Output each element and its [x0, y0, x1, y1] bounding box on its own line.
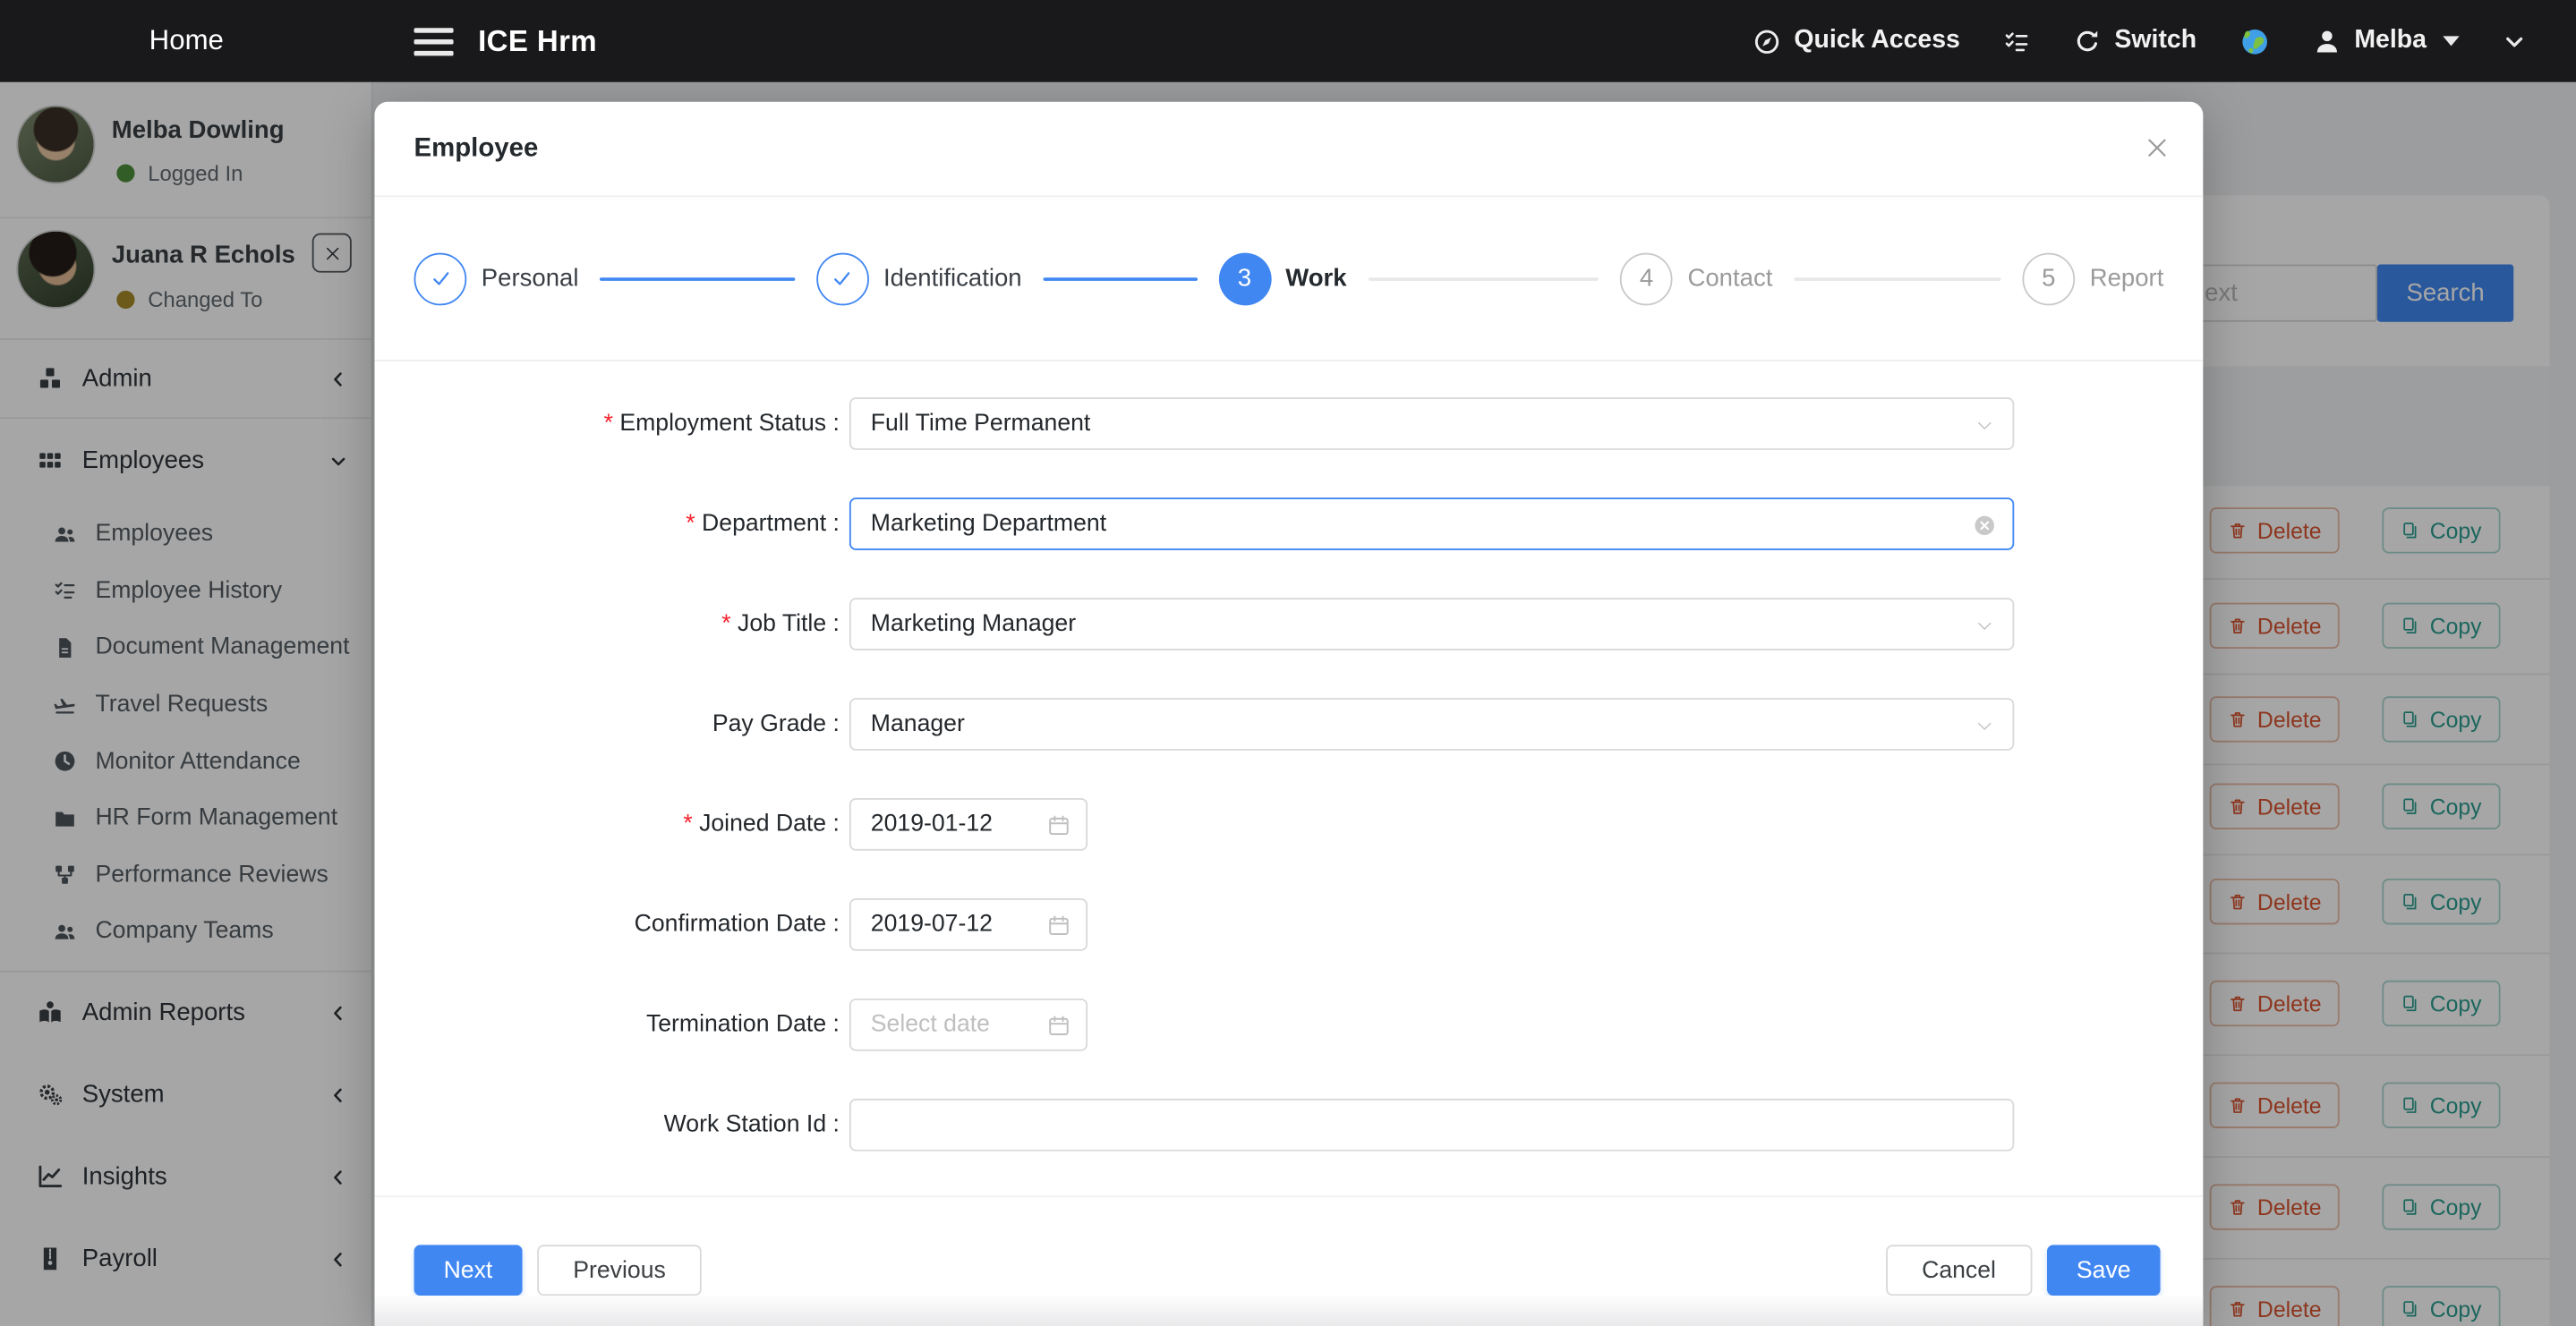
work-form: Employment Status Full Time Permanent Depa… [374, 373, 2203, 1175]
step-work[interactable]: 3 Work [1218, 252, 1620, 305]
modal-title: Employee [414, 134, 539, 164]
step-title: Work [1285, 265, 1346, 293]
chevron-down-icon [1973, 413, 1996, 437]
step-title: Contact [1687, 265, 1772, 293]
user-name-label: Melba [2354, 26, 2427, 55]
modal-footer: Next Previous Cancel Save [374, 1197, 2203, 1296]
calendar-icon [1046, 1013, 1071, 1038]
step-circle [414, 252, 467, 305]
top-navbar: Home ICE Hrm Quick Access Switch Melba [0, 0, 2576, 82]
app-root: Home ICE Hrm Quick Access Switch Melba [0, 0, 2576, 1326]
cancel-button[interactable]: Cancel [1886, 1245, 2033, 1296]
modal-header: Employee [374, 102, 2203, 197]
next-button[interactable]: Next [414, 1245, 523, 1296]
field-label: Job Title [374, 610, 839, 636]
quick-access-label: Quick Access [1794, 26, 1960, 55]
field-label: Work Station Id [374, 1111, 839, 1137]
date-placeholder: Select date [871, 1011, 990, 1037]
form-row-pay-grade: Pay Grade Manager [374, 674, 2203, 774]
home-link[interactable]: Home [0, 25, 373, 58]
confirmation-date-date-input[interactable]: 2019-07-12 [849, 897, 1088, 950]
field-label: Department [374, 510, 839, 536]
clear-icon[interactable] [1973, 514, 1996, 537]
select-value: Marketing Manager [871, 610, 1076, 636]
form-row-department: Department Marketing Department [374, 473, 2203, 574]
department-select[interactable]: Marketing Department [849, 497, 2014, 549]
step-circle [816, 252, 869, 305]
quick-access-button[interactable]: Quick Access [1753, 26, 1959, 55]
compass-icon [1753, 27, 1780, 55]
select-value: Marketing Department [871, 510, 1106, 536]
employment-status-select[interactable]: Full Time Permanent [849, 396, 2014, 449]
check-icon [830, 266, 855, 291]
field-label: Termination Date [374, 1011, 839, 1037]
form-row-work-station-id: Work Station Id [374, 1074, 2203, 1174]
previous-button[interactable]: Previous [537, 1245, 702, 1296]
job-title-select[interactable]: Marketing Manager [849, 597, 2014, 650]
checklist-icon [2003, 27, 2031, 55]
check-icon [428, 266, 453, 291]
step-connector [1043, 276, 1197, 280]
form-row-confirmation-date: Confirmation Date 2019-07-12 [374, 873, 2203, 973]
tasks-button[interactable] [2003, 27, 2031, 55]
chevron-down-icon [2502, 29, 2527, 54]
globe-icon [2239, 25, 2271, 56]
chevron-down-icon [1973, 614, 1996, 637]
employee-modal: Employee Personal Identification 3 Work 4 Con… [374, 102, 2203, 1326]
step-title: Identification [883, 265, 1022, 293]
joined-date-date-input[interactable]: 2019-01-12 [849, 797, 1088, 850]
switch-icon [2074, 27, 2102, 55]
pay-grade-select[interactable]: Manager [849, 697, 2014, 750]
person-icon [2313, 27, 2341, 55]
step-connector [1794, 276, 2000, 280]
language-globe-button[interactable] [2239, 25, 2271, 56]
calendar-icon [1046, 812, 1071, 837]
wizard-steps: Personal Identification 3 Work 4 Contact 5 Repo… [374, 197, 2203, 361]
app-brand: ICE Hrm [478, 24, 597, 59]
user-menu[interactable]: Melba [2313, 26, 2459, 55]
form-row-employment-status: Employment Status Full Time Permanent [374, 373, 2203, 473]
form-row-job-title: Job Title Marketing Manager [374, 574, 2203, 674]
field-label: Joined Date [374, 811, 839, 837]
step-report[interactable]: 5 Report [2022, 252, 2163, 305]
date-value: 2019-01-12 [871, 811, 993, 837]
step-connector [600, 276, 795, 280]
hamburger-menu-icon[interactable] [414, 27, 454, 55]
modal-bottom-fade [374, 1295, 2203, 1326]
work-station-id-input[interactable] [849, 1098, 2014, 1151]
field-label: Pay Grade [374, 710, 839, 736]
step-title: Personal [482, 265, 579, 293]
switch-button[interactable]: Switch [2074, 26, 2197, 55]
save-button[interactable]: Save [2047, 1245, 2161, 1296]
form-row-termination-date: Termination Date Select date [374, 973, 2203, 1074]
select-value: Manager [871, 710, 965, 736]
step-personal[interactable]: Personal [414, 252, 816, 305]
modal-close-icon[interactable] [2144, 135, 2170, 161]
form-row-joined-date: Joined Date 2019-01-12 [374, 774, 2203, 874]
step-connector [1368, 276, 1599, 280]
chevron-down-icon [1973, 714, 1996, 737]
date-value: 2019-07-12 [871, 911, 993, 937]
caret-down-icon [2443, 36, 2459, 46]
step-circle: 5 [2022, 252, 2075, 305]
collapse-navbar-button[interactable] [2502, 29, 2527, 54]
calendar-icon [1046, 913, 1071, 938]
step-identification[interactable]: Identification [816, 252, 1218, 305]
select-value: Full Time Permanent [871, 410, 1091, 436]
switch-label: Switch [2114, 26, 2196, 55]
step-contact[interactable]: 4 Contact [1620, 252, 2022, 305]
field-label: Employment Status [374, 410, 839, 436]
field-label: Confirmation Date [374, 911, 839, 937]
step-title: Report [2090, 265, 2164, 293]
step-circle: 3 [1218, 252, 1271, 305]
termination-date-date-input[interactable]: Select date [849, 998, 1088, 1050]
step-circle: 4 [1620, 252, 1673, 305]
